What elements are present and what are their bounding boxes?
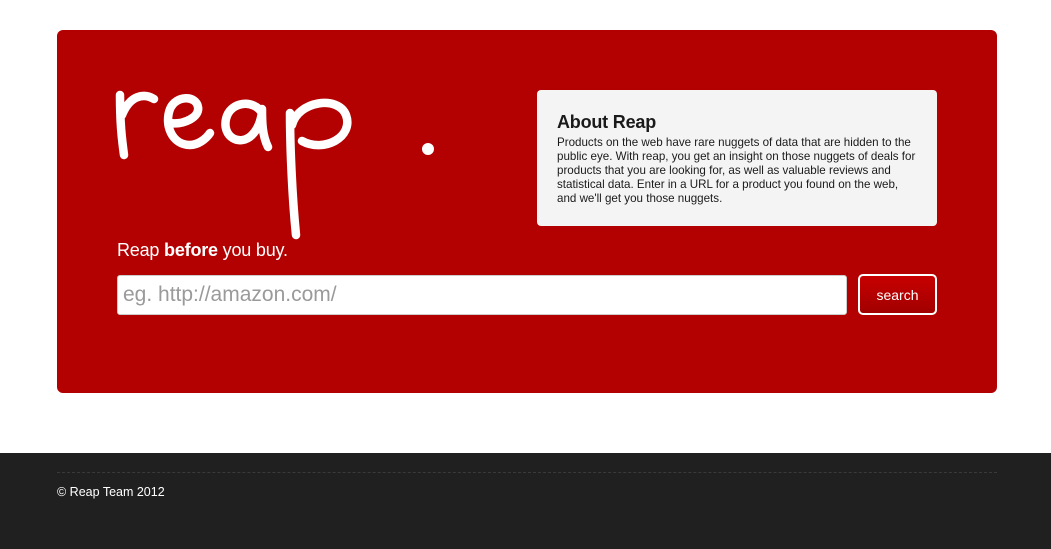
tagline-suffix: you buy.: [217, 240, 288, 260]
about-title: About Reap: [557, 112, 656, 132]
about-box: About Reap Products on the web have rare…: [537, 90, 937, 226]
tagline-bold: before: [164, 240, 218, 260]
about-body: Products on the web have rare nuggets of…: [557, 136, 916, 205]
url-search-input[interactable]: [117, 275, 847, 315]
tagline-prefix: Reap: [117, 240, 165, 260]
copyright-text: © Reap Team 2012: [57, 485, 165, 499]
reap-logo: [115, 90, 434, 240]
footer: © Reap Team 2012: [0, 453, 1051, 549]
search-button[interactable]: search: [858, 274, 937, 315]
footer-divider: [57, 472, 997, 473]
hero-panel: Reap before you buy. About Reap Products…: [57, 30, 997, 393]
tagline: Reap before you buy.: [117, 240, 288, 261]
